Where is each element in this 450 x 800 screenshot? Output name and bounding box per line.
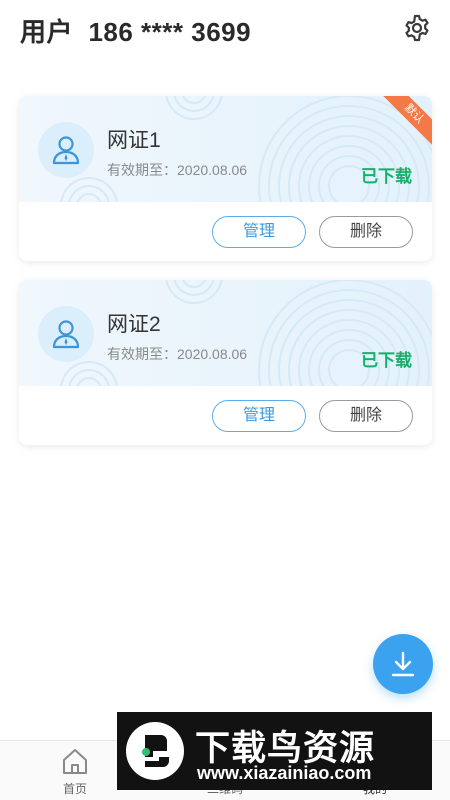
validity-date: 有效期至：2020.08.06 bbox=[107, 346, 248, 362]
watermark-banner: 下载鸟资源 www.xiazainiao.com bbox=[117, 712, 432, 790]
certificate-card-1[interactable]: 网证1 有效期至：2020.08.06 已下载 默认 管理 删除 bbox=[19, 96, 432, 261]
card-header-area: 网证2 有效期至：2020.08.06 已下载 bbox=[19, 280, 432, 386]
delete-button[interactable]: 删除 bbox=[319, 400, 413, 432]
certificate-name: 网证2 bbox=[107, 313, 161, 336]
certificate-name: 网证1 bbox=[107, 129, 161, 152]
gear-icon[interactable] bbox=[402, 13, 432, 43]
user-icon bbox=[52, 320, 80, 349]
status-badge: 已下载 bbox=[361, 167, 412, 186]
certificate-card-2[interactable]: 网证2 有效期至：2020.08.06 已下载 管理 删除 bbox=[19, 280, 432, 445]
home-icon bbox=[63, 749, 87, 774]
bird-logo-icon bbox=[126, 722, 184, 780]
manage-button[interactable]: 管理 bbox=[212, 400, 306, 432]
delete-button[interactable]: 删除 bbox=[319, 216, 413, 248]
top-bar: 用户 186 **** 3699 bbox=[0, 0, 450, 62]
validity-date: 有效期至：2020.08.06 bbox=[107, 162, 248, 178]
user-phone-title: 用户 186 **** 3699 bbox=[20, 17, 252, 47]
download-fab-button[interactable] bbox=[373, 634, 433, 694]
user-icon bbox=[52, 136, 80, 165]
card-header-area: 网证1 有效期至：2020.08.06 已下载 bbox=[19, 96, 432, 202]
avatar bbox=[38, 122, 94, 178]
status-badge: 已下载 bbox=[361, 351, 412, 370]
manage-button[interactable]: 管理 bbox=[212, 216, 306, 248]
avatar bbox=[38, 306, 94, 362]
download-icon bbox=[391, 651, 415, 677]
watermark-url: www.xiazainiao.com bbox=[197, 763, 372, 783]
